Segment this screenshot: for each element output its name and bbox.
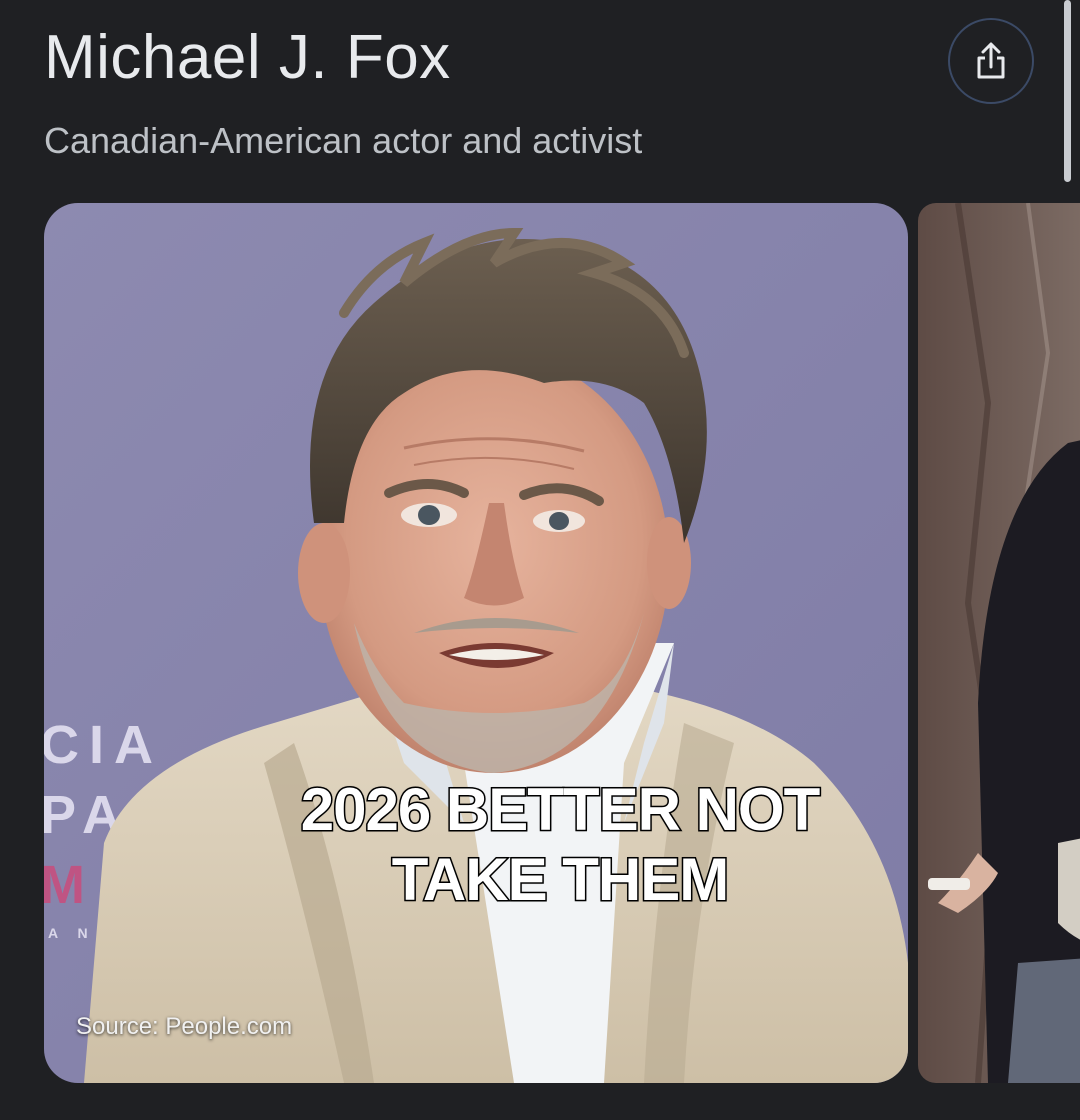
image-source: Source: People.com [76,1013,293,1040]
share-button[interactable] [948,18,1034,104]
image-carousel[interactable]: CIA PA M A N Source: People.com [44,203,1080,1083]
share-icon [977,42,1005,79]
scrollbar[interactable] [1064,0,1071,182]
overlay-caption-line-1: 2026 BETTER NOT [299,775,821,845]
svg-text:A N: A N [48,925,96,941]
image-card-next[interactable] [918,203,1080,1083]
svg-text:M: M [44,855,95,915]
svg-text:CIA: CIA [44,715,163,775]
image-card-main[interactable]: CIA PA M A N Source: People.com [44,203,908,1083]
person-photo-2 [918,203,1080,1083]
entity-subtitle: Canadian-American actor and activist [44,120,643,161]
overlay-caption-line-2: TAKE THEM [390,845,731,915]
overlay-caption: 2026 BETTER NOT TAKE THEM [210,775,910,915]
knowledge-panel: Michael J. Fox Canadian-American actor a… [0,0,1080,1120]
entity-title: Michael J. Fox [44,23,451,92]
person-photo: CIA PA M A N [44,203,908,1083]
